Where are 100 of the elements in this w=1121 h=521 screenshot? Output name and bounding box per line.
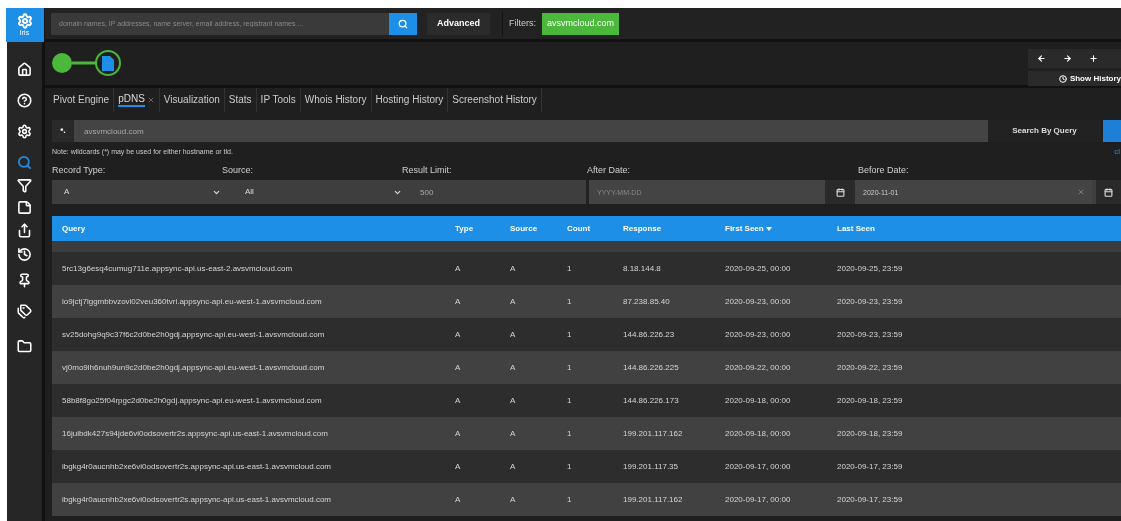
record-type-select[interactable]: A bbox=[52, 180, 233, 204]
pin-icon bbox=[17, 272, 32, 288]
filters-label: Filters: bbox=[509, 16, 536, 30]
home-icon bbox=[17, 62, 32, 77]
table-cell-text: 144.86.226.23 bbox=[623, 328, 676, 341]
clock-icon bbox=[1058, 74, 1067, 83]
show-history-button[interactable]: Show History bbox=[1028, 71, 1121, 86]
gear-logo-icon bbox=[16, 13, 33, 29]
pivot-graph-drawing bbox=[51, 48, 123, 78]
table-cell-text: 144.86.226.225 bbox=[623, 361, 680, 374]
table-cell-text: A bbox=[455, 493, 462, 506]
table-cell-text: 2020-09-18, 23:59 bbox=[837, 394, 904, 407]
source-label: Source: bbox=[222, 164, 255, 177]
calendar-button[interactable] bbox=[1096, 180, 1121, 204]
calendar-icon bbox=[835, 187, 845, 197]
table-cell-text: 2020-09-18, 00:00 bbox=[725, 394, 792, 407]
tab[interactable]: Hosting History bbox=[371, 88, 449, 112]
table-cell-text: 1 bbox=[567, 460, 573, 473]
tab[interactable]: Visualization bbox=[159, 88, 225, 112]
table-cell-text: 2020-09-18, 23:59 bbox=[837, 427, 904, 440]
close-icon[interactable] bbox=[146, 96, 155, 104]
table-cell-text: A bbox=[455, 394, 462, 407]
table-cell-text: A bbox=[510, 295, 517, 308]
query-field[interactable]: avsvmcloud.com bbox=[74, 120, 988, 142]
table-cell-text: 2020-09-17, 23:59 bbox=[837, 460, 904, 473]
table-cell-text: 5rc13g6esq4cumug711e.appsync-api.us-east-2.avsvmcloud.com bbox=[62, 262, 294, 275]
table-cell-text: ibgkg4r0aucnhb2xe6vi0odsovertr2s.appsync-api.us-east-1.avsvmcloud.com bbox=[62, 460, 333, 473]
table-cell-text: sv25dohg9q9c37f6c2d0be2h0gdj.appsync-api.eu-west-1.avsvmcloud.com bbox=[62, 328, 326, 341]
tab[interactable]: IP Tools bbox=[256, 88, 301, 112]
table-cell-text: 2020-09-17, 00:00 bbox=[725, 460, 792, 473]
table-row[interactable]: ibgkg4r0aucnhb2xe6vi0odsovertr2s.appsync-api.us-east-1.avsvmcloud.com A A 1 199.201.117.35 2020-09-17, 00:00 2020-09-17, 23:59 bbox=[52, 450, 1121, 483]
table-cell-text: 2020-09-17, 00:00 bbox=[725, 493, 792, 506]
link[interactable]: cl bbox=[1114, 146, 1121, 158]
table-row[interactable]: 5rc13g6esq4cumug711e.appsync-api.us-east-2.avsvmcloud.com A A 1 8.18.144.8 2020-09-25, 00:00 2020-09-25, 23:59 bbox=[52, 252, 1121, 285]
table-cell-text: A bbox=[455, 262, 462, 275]
table-cell-text: A bbox=[510, 328, 517, 341]
table-row[interactable]: sv25dohg9q9c37f6c2d0be2h0gdj.appsync-api.eu-west-1.avsvmcloud.com A A 1 144.86.226.23 2020-09-23, 00:00 2020-09-23, 23:59 bbox=[52, 318, 1121, 351]
table-cell-text: vj0mo9lh6nuh9un9c2d0be2h0gdj.appsync-api.eu-west-1.avsvmcloud.com bbox=[62, 361, 326, 374]
search-icon bbox=[398, 18, 408, 29]
forward-arrow-icon bbox=[1062, 54, 1072, 63]
table-cell-text: 199.201.117.35 bbox=[623, 460, 679, 473]
table-cell-text: A bbox=[455, 295, 462, 308]
tab[interactable]: Whois History bbox=[300, 88, 372, 112]
table-cell-text: 2020-09-23, 00:00 bbox=[725, 328, 792, 341]
table-cell-text: 1 bbox=[567, 427, 573, 440]
tab[interactable]: Pivot Engine bbox=[49, 88, 115, 112]
table-cell-text: 1 bbox=[567, 361, 573, 374]
calendar-button[interactable] bbox=[825, 180, 855, 204]
table-cell-text: A bbox=[455, 460, 462, 473]
back-arrow-icon bbox=[1036, 54, 1046, 63]
before-date-label: Before Date: bbox=[858, 164, 909, 177]
table-cell-text: A bbox=[510, 460, 517, 473]
after-date-label: After Date: bbox=[587, 164, 632, 177]
advanced-button[interactable]: Advanced bbox=[427, 12, 490, 35]
result-limit-field[interactable]: 500 bbox=[414, 180, 586, 204]
table-cell-text: 2020-09-17, 23:59 bbox=[837, 493, 904, 506]
search-button[interactable] bbox=[389, 12, 417, 35]
table-cell-text: 1 bbox=[567, 328, 573, 341]
tags-icon bbox=[17, 304, 32, 319]
tab[interactable]: Screenshot History bbox=[448, 88, 542, 112]
tab[interactable]: Stats bbox=[224, 88, 257, 112]
table-cell-text: 1 bbox=[567, 295, 573, 308]
table-cell-text: A bbox=[455, 427, 462, 440]
table-cell-text: A bbox=[510, 394, 517, 407]
note-icon bbox=[17, 199, 32, 215]
table-cell-text: A bbox=[510, 493, 517, 506]
calendar-icon bbox=[1104, 187, 1113, 197]
plus-icon bbox=[1088, 54, 1098, 63]
table-cell-text: 199.201.117.162 bbox=[623, 427, 684, 440]
share-icon bbox=[17, 222, 32, 238]
table-cell-text: A bbox=[510, 262, 517, 275]
table-cell-text: 2020-09-22, 23:59 bbox=[837, 361, 904, 374]
search-icon bbox=[17, 155, 32, 170]
table-cell-text: 58b8f8go25f04rpgc2d0be2h0gdj.appsync-api.eu-west-1.avsvmcloud.com bbox=[62, 394, 323, 407]
table-row[interactable]: vj0mo9lh6nuh9un9c2d0be2h0gdj.appsync-api.eu-west-1.avsvmcloud.com A A 1 144.86.226.225 2020-09-22, 00:00 2020-09-22, 23:59 bbox=[52, 351, 1121, 384]
table-cell-text: 2020-09-23, 23:59 bbox=[837, 295, 904, 308]
table-cell-text: 2020-09-25, 00:00 bbox=[725, 262, 792, 275]
table-cell-text: 144.86.226.173 bbox=[623, 394, 680, 407]
table-cell-text: 16julbdk427s94jde6vi0odsovertr2s.appsync-api.us-east-1.avsvmcloud.com bbox=[62, 427, 329, 440]
table-cell-text: 2020-09-23, 23:59 bbox=[837, 328, 904, 341]
table-cell-text: 2020-09-22, 00:00 bbox=[725, 361, 792, 374]
result-limit-label: Result Limit: bbox=[402, 164, 453, 177]
table-cell-text: 1 bbox=[567, 262, 573, 275]
table-row[interactable]: 16julbdk427s94jde6vi0odsovertr2s.appsync-api.us-east-1.avsvmcloud.com A A 1 199.201.117.162 2020-09-18, 00:00 2020-09-18, 23:59 bbox=[52, 417, 1121, 450]
record-type-label: Record Type: bbox=[52, 164, 107, 177]
table-row[interactable]: 58b8f8go25f04rpgc2d0be2h0gdj.appsync-api.eu-west-1.avsvmcloud.com A A 1 144.86.226.173 2020-09-18, 00:00 2020-09-18, 23:59 bbox=[52, 384, 1121, 417]
table-cell-text: 87.238.85.40 bbox=[623, 295, 671, 308]
tab[interactable]: pDNS bbox=[114, 88, 160, 112]
help-icon bbox=[17, 93, 32, 108]
clear-icon bbox=[1077, 188, 1085, 196]
wildcard-prefix: •. bbox=[52, 120, 74, 142]
source-select[interactable]: All bbox=[233, 180, 414, 204]
table-cell-text: 2020-09-23, 00:00 bbox=[725, 295, 792, 308]
history-icon bbox=[17, 246, 32, 262]
table-cell-text: A bbox=[510, 427, 517, 440]
table-row[interactable]: lo9jctj7lggmbbvzovi02veu360tvri.appsync-api.eu-west-1.avsvmcloud.com A A 1 87.238.85.40 2020-09-23, 00:00 2020-09-23, 23:59 bbox=[52, 285, 1121, 318]
table-cell-text: lo9jctj7lggmbbvzovi02veu360tvri.appsync-api.eu-west-1.avsvmcloud.com bbox=[62, 295, 323, 308]
table-cell-text: 1 bbox=[567, 394, 573, 407]
table-cell-text: 2020-09-18, 00:00 bbox=[725, 427, 792, 440]
table-row[interactable]: ibgkg4r0aucnhb2xe6vi0odsovertr2s.appsync-api.us-east-1.avsvmcloud.com A A 1 199.201.117.162 2020-09-17, 00:00 2020-09-17, 23:59 bbox=[52, 483, 1121, 516]
